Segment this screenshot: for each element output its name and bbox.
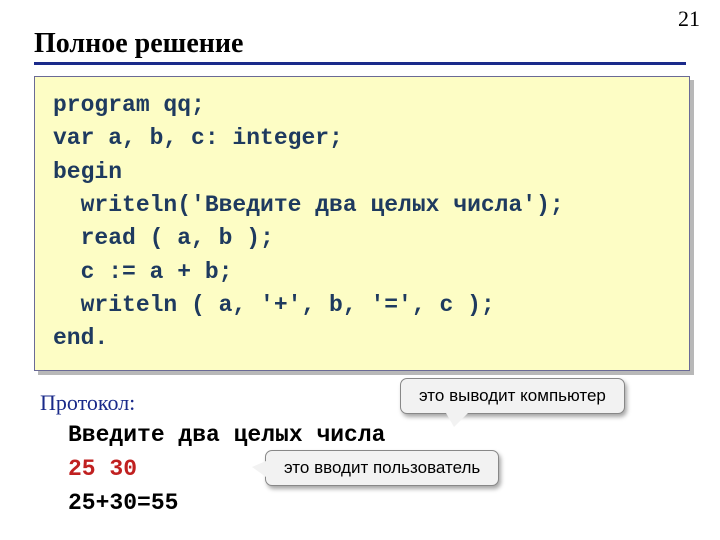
protocol-label: Протокол: (40, 390, 135, 416)
title-underline (34, 62, 686, 65)
slide-title: Полное решение (34, 28, 243, 60)
callout-computer-output: это выводит компьютер (400, 378, 625, 414)
protocol-output-prompt: Введите два целых числа (68, 422, 385, 448)
protocol-output-result: 25+30=55 (68, 490, 178, 516)
callout-computer-text: это выводит компьютер (419, 386, 606, 405)
code-block: program qq; var a, b, c: integer; begin … (34, 76, 690, 371)
protocol-user-input: 25 30 (68, 456, 137, 482)
page-number: 21 (678, 6, 700, 32)
callout-user-text: это вводит пользователь (284, 458, 480, 477)
callout-user-input: это вводит пользователь (265, 450, 499, 486)
